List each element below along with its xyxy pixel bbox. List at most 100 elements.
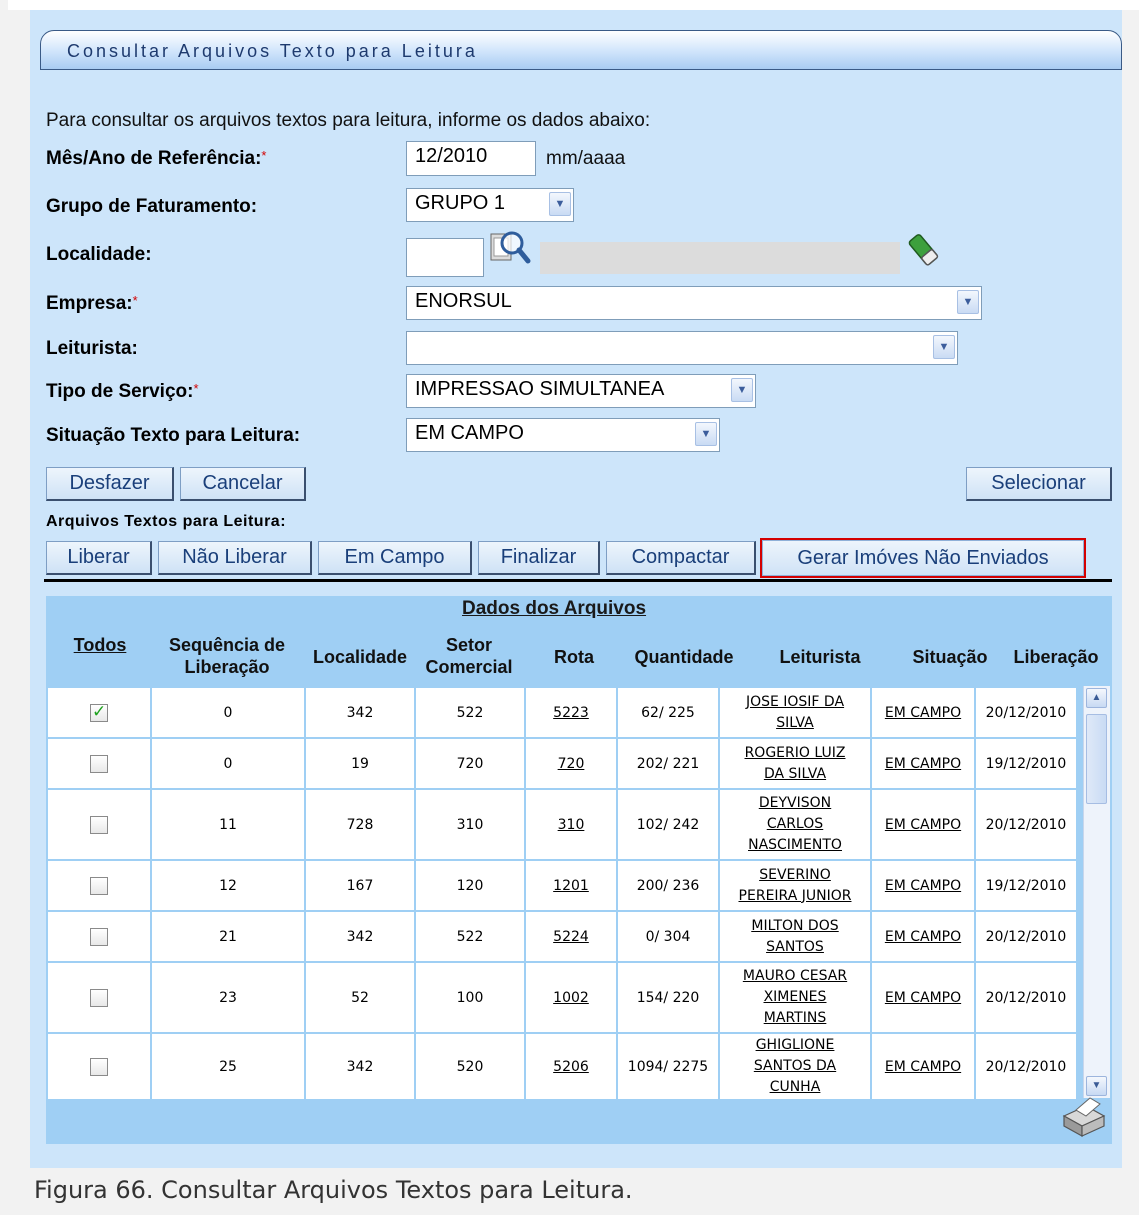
rota-link[interactable]: 1002	[553, 990, 589, 1006]
header-quantidade: Quantidade	[634, 647, 734, 667]
sit-link[interactable]: EM CAMPO	[885, 878, 961, 894]
printer-icon[interactable]	[1056, 1094, 1108, 1140]
leiturista-link[interactable]: MAURO CESAR XIMENES MARTINS	[743, 966, 847, 1029]
cell-select	[48, 739, 152, 788]
scroll-thumb[interactable]	[1086, 714, 1107, 804]
cell-rota: 310	[526, 790, 618, 859]
chevron-down-icon[interactable]: ▼	[731, 378, 753, 402]
situacao-select[interactable]: EM CAMPO ▼	[406, 418, 720, 452]
chevron-down-icon[interactable]: ▼	[695, 422, 717, 446]
leiturista-link[interactable]: JOSE IOSIF DA SILVA	[746, 692, 844, 734]
cell-rota: 5224	[526, 912, 618, 961]
rota-link[interactable]: 310	[558, 817, 585, 833]
cell-sit: EM CAMPO	[872, 861, 976, 910]
cell-qtd: 1094/ 2275	[618, 1034, 720, 1099]
row-checkbox[interactable]	[90, 988, 108, 1007]
required-mark: *	[193, 381, 199, 396]
leiturista-link[interactable]: ROGERIO LUIZ DA SILVA	[745, 743, 846, 785]
mes-ano-input[interactable]: 12/2010	[406, 141, 536, 176]
sit-link[interactable]: EM CAMPO	[885, 817, 961, 833]
gerar-imoveis-nao-enviados-button[interactable]: Gerar Imóves Não Enviados	[760, 538, 1086, 578]
liberar-button[interactable]: Liberar	[46, 541, 152, 575]
header-setor: Setor Comercial	[425, 635, 513, 677]
finalizar-button[interactable]: Finalizar	[478, 541, 600, 575]
cell-loc: 342	[306, 688, 416, 737]
cell-leiturista: DEYVISON CARLOS NASCIMENTO	[720, 790, 872, 859]
leiturista-link[interactable]: GHIGLIONE SANTOS DA CUNHA	[754, 1035, 836, 1098]
selecionar-button[interactable]: Selecionar	[966, 467, 1112, 501]
mes-ano-label: Mês/Ano de Referência:*	[46, 148, 267, 169]
row-checkbox[interactable]	[90, 1057, 108, 1076]
cell-data: 20/12/2010	[976, 688, 1078, 737]
sit-link[interactable]: EM CAMPO	[885, 705, 961, 721]
cell-data: 20/12/2010	[976, 912, 1078, 961]
cell-qtd: 0/ 304	[618, 912, 720, 961]
cell-qtd: 154/ 220	[618, 963, 720, 1032]
cell-leiturista: GHIGLIONE SANTOS DA CUNHA	[720, 1034, 872, 1099]
rota-link[interactable]: 1201	[553, 878, 589, 894]
leiturista-link[interactable]: SEVERINO PEREIRA JUNIOR	[739, 865, 852, 907]
row-checkbox[interactable]	[90, 815, 108, 834]
cell-select	[48, 790, 152, 859]
cell-setor: 522	[416, 688, 526, 737]
scroll-up-icon[interactable]: ▲	[1086, 688, 1107, 708]
leiturista-label: Leiturista:	[46, 338, 138, 359]
cell-setor: 720	[416, 739, 526, 788]
section-label: Arquivos Textos para Leitura:	[46, 513, 287, 530]
sit-link[interactable]: EM CAMPO	[885, 929, 961, 945]
chevron-down-icon[interactable]: ▼	[933, 335, 955, 359]
header-todos[interactable]: Todos	[60, 634, 140, 656]
cell-select	[48, 861, 152, 910]
table-scrollbar[interactable]: ▲ ▼	[1083, 686, 1110, 1098]
eraser-icon[interactable]	[906, 230, 942, 268]
row-checkbox[interactable]	[90, 927, 108, 946]
leiturista-link[interactable]: DEYVISON CARLOS NASCIMENTO	[748, 793, 842, 856]
cell-qtd: 202/ 221	[618, 739, 720, 788]
cell-sit: EM CAMPO	[872, 739, 976, 788]
grupo-select[interactable]: GRUPO 1 ▼	[406, 188, 574, 222]
scroll-down-icon[interactable]: ▼	[1086, 1076, 1107, 1096]
header-situacao: Situação	[912, 647, 988, 667]
table-row: 21 342 522 5224 0/ 304 MILTON DOS SANTOS EM CAM…	[48, 912, 1078, 961]
magnifier-icon[interactable]	[488, 228, 532, 270]
cell-loc: 167	[306, 861, 416, 910]
sit-link[interactable]: EM CAMPO	[885, 756, 961, 772]
leiturista-link[interactable]: MILTON DOS SANTOS	[751, 916, 838, 958]
rota-link[interactable]: 720	[558, 756, 585, 772]
leiturista-select[interactable]: ▼	[406, 331, 958, 365]
cancelar-button[interactable]: Cancelar	[180, 467, 306, 501]
page-title-bar: Consultar Arquivos Texto para Leitura	[40, 30, 1122, 70]
row-checkbox[interactable]	[90, 702, 108, 722]
empresa-select[interactable]: ENORSUL ▼	[406, 286, 982, 320]
compactar-button[interactable]: Compactar	[606, 541, 756, 575]
localidade-input[interactable]	[406, 238, 484, 277]
sit-link[interactable]: EM CAMPO	[885, 1059, 961, 1075]
cell-sit: EM CAMPO	[872, 963, 976, 1032]
table-row: 0342522 5223 62/ 225 JOSE IOSIF DASILVA EM C…	[48, 688, 1078, 737]
table-row: 11 728 310 310 102/ 242 DEYVISON CARLOS NASCIME…	[48, 790, 1078, 859]
cell-select	[48, 688, 152, 737]
cell-sit: EM CAMPO	[872, 1034, 976, 1099]
cell-qtd: 62/ 225	[618, 688, 720, 737]
nao-liberar-button[interactable]: Não Liberar	[158, 541, 312, 575]
cell-sit: EM CAMPO	[872, 912, 976, 961]
chevron-down-icon[interactable]: ▼	[549, 192, 571, 216]
rota-link[interactable]: 5223	[553, 705, 589, 721]
grupo-select-value: GRUPO 1	[415, 192, 506, 214]
figure-caption: Figura 66. Consultar Arquivos Textos par…	[34, 1176, 633, 1204]
rota-link[interactable]: 5224	[553, 929, 589, 945]
em-campo-button[interactable]: Em Campo	[318, 541, 472, 575]
desfazer-button[interactable]: Desfazer	[46, 467, 174, 501]
chevron-down-icon[interactable]: ▼	[957, 290, 979, 314]
row-checkbox[interactable]	[90, 876, 108, 895]
cell-data: 20/12/2010	[976, 963, 1078, 1032]
sit-link[interactable]: EM CAMPO	[885, 990, 961, 1006]
cell-data: 19/12/2010	[976, 739, 1078, 788]
table-caption: Dados dos Arquivos	[462, 598, 647, 619]
row-checkbox[interactable]	[90, 754, 108, 773]
situacao-select-value: EM CAMPO	[415, 422, 524, 444]
required-mark: *	[261, 148, 267, 163]
situacao-label: Situação Texto para Leitura:	[46, 425, 301, 446]
rota-link[interactable]: 5206	[553, 1059, 589, 1075]
tipo-servico-select[interactable]: IMPRESSAO SIMULTANEA ▼	[406, 374, 756, 408]
